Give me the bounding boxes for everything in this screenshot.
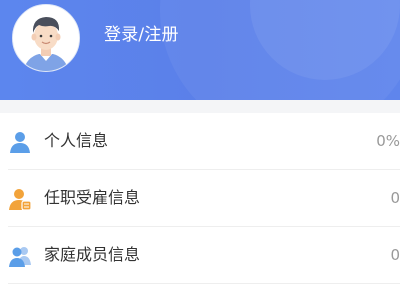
menu-item-employment-info[interactable]: 任职受雇信息 0 [0, 170, 400, 227]
employee-badge-icon [8, 187, 32, 211]
profile-page: 登录/注册 个人信息 0% 任职受雇信息 0 家庭成员信息 0 [0, 0, 400, 300]
completion-value: 0% [376, 132, 400, 150]
menu-item-label: 任职受雇信息 [44, 188, 141, 207]
person-icon [8, 130, 32, 154]
family-icon [8, 244, 32, 268]
menu-item-personal-info[interactable]: 个人信息 0% [0, 113, 400, 170]
divider [8, 283, 400, 284]
user-avatar-icon[interactable] [12, 4, 80, 72]
menu-item-family-info[interactable]: 家庭成员信息 0 [0, 227, 400, 284]
menu-item-label: 个人信息 [44, 131, 109, 150]
completion-value: 0 [390, 246, 400, 264]
profile-header: 登录/注册 [0, 0, 400, 100]
completion-value: 0 [390, 189, 400, 207]
avatar-illustration [13, 5, 79, 71]
login-register-link[interactable]: 登录/注册 [104, 24, 179, 46]
menu-item-label: 家庭成员信息 [44, 245, 141, 264]
info-menu-list: 个人信息 0% 任职受雇信息 0 家庭成员信息 0 [0, 113, 400, 300]
